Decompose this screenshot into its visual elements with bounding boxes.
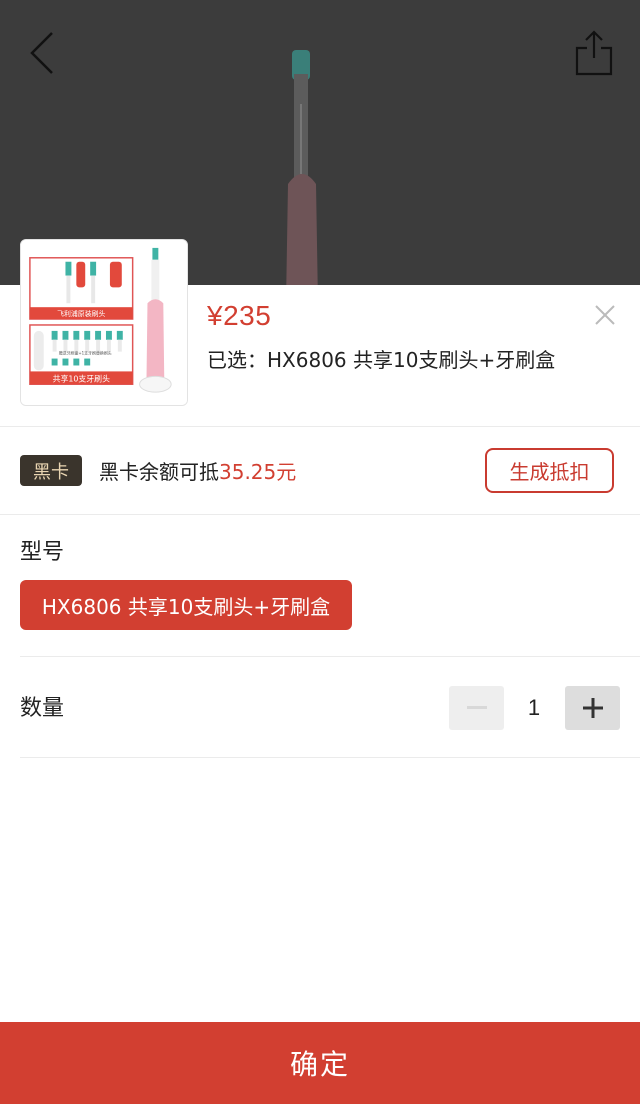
divider — [20, 757, 640, 758]
share-icon — [575, 30, 613, 76]
thumbnail-caption-small: 赠送牙刷盒+1支牙刷替换刷头 — [59, 351, 112, 356]
divider — [20, 656, 640, 657]
confirm-button[interactable]: 确定 — [0, 1022, 640, 1104]
thumbnail-caption-top: 飞利浦原装刷头 — [57, 309, 105, 318]
black-card-balance: 黑卡余额可抵35.25元 — [99, 456, 296, 485]
product-thumbnail: 飞利浦原装刷头 赠送牙刷盒+1支牙刷替换刷头 共享10支牙刷头 — [20, 239, 188, 406]
product-price: ¥235 — [207, 300, 272, 331]
plus-icon — [582, 698, 603, 718]
balance-text: 黑卡余额可抵 — [99, 460, 219, 484]
quantity-decrease-button[interactable] — [449, 686, 504, 730]
chevron-left-icon — [30, 32, 53, 74]
selected-variant-text: 已选：HX6806 共享10支刷头+牙刷盒 — [207, 348, 556, 372]
close-icon — [595, 305, 615, 325]
quantity-label: 数量 — [20, 696, 65, 721]
close-button[interactable] — [586, 296, 624, 334]
model-option-selected[interactable]: HX6806 共享10支刷头+牙刷盒 — [20, 580, 352, 630]
toothbrush-image — [286, 50, 318, 300]
share-button[interactable] — [566, 24, 622, 80]
generate-deduction-button[interactable]: 生成抵扣 — [485, 448, 614, 493]
model-label: 型号 — [20, 540, 65, 565]
quantity-increase-button[interactable] — [565, 686, 620, 730]
balance-amount: 35.25元 — [219, 460, 297, 484]
minus-icon — [466, 706, 487, 709]
back-button[interactable] — [18, 26, 68, 80]
quantity-value: 1 — [527, 695, 541, 720]
thumbnail-caption-bottom: 共享10支牙刷头 — [53, 373, 110, 383]
black-card-badge: 黑卡 — [20, 455, 82, 486]
divider — [0, 426, 640, 427]
divider — [0, 514, 640, 515]
